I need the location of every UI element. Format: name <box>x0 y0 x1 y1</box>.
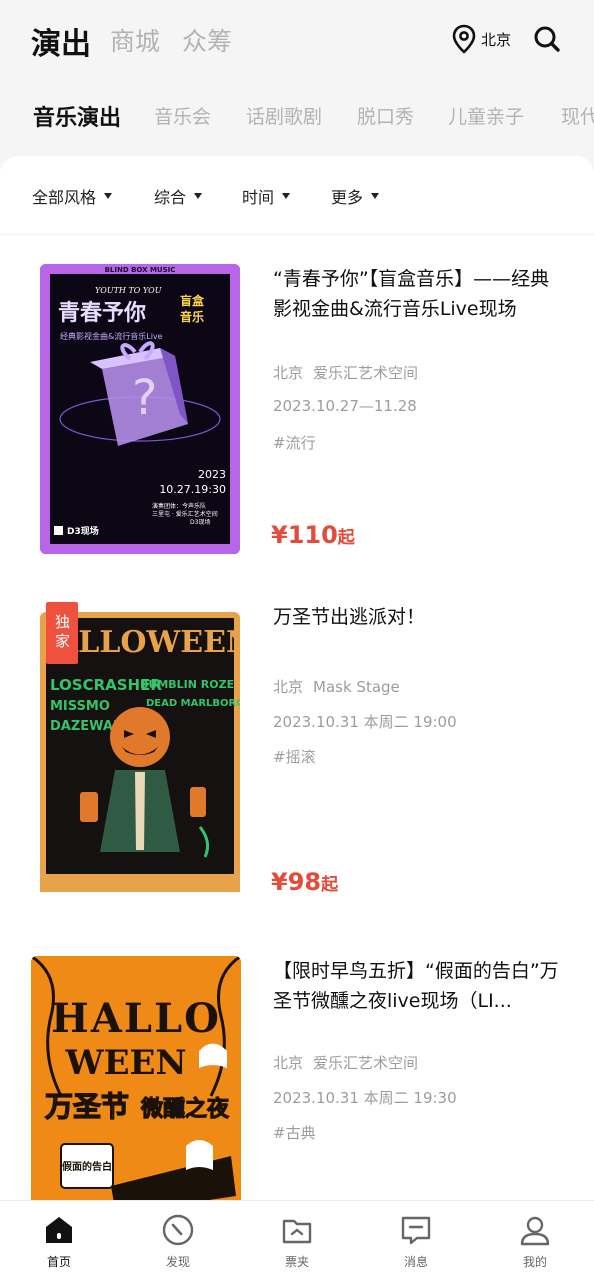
event-title: 【限时早鸟五折】“假面的告白”万圣节微醺之夜live现场（LI... <box>273 960 559 1012</box>
nav-messages[interactable]: 消息 <box>376 1213 456 1270</box>
tab-crowdfunding[interactable]: 众筹 <box>182 22 232 58</box>
poster-word1: HALLO <box>51 995 221 1042</box>
filter-sort[interactable]: 综合 <box>154 184 203 208</box>
event-card[interactable]: HALLOWEEN LOSCRASHER MISSMO DAZEWAN BUMB… <box>0 602 594 922</box>
category-music[interactable]: 音乐演出 <box>33 100 121 132</box>
search-button[interactable] <box>532 24 562 58</box>
event-venue: Mask Stage <box>313 678 400 696</box>
filter-more-label: 更多 <box>331 188 364 207</box>
poster-cn-title: 万圣节 <box>45 1090 129 1123</box>
location-label: 北京 <box>481 30 512 49</box>
filter-sort-label: 综合 <box>154 188 187 207</box>
tab-mall[interactable]: 商城 <box>110 22 160 58</box>
caret-down-icon <box>282 193 291 199</box>
event-title: “青春予你”【盲盒音乐】——经典影视金曲&流行音乐Live现场 <box>273 268 550 320</box>
poster-box-label2: 音乐 <box>180 309 204 324</box>
nav-home-label: 首页 <box>46 1255 71 1269</box>
filter-more[interactable]: 更多 <box>331 184 380 208</box>
nav-profile-label: 我的 <box>522 1255 547 1269</box>
poster-org2: 三里屯 · 爱乐汇艺术空间 <box>152 510 218 518</box>
nav-messages-label: 消息 <box>403 1255 428 1269</box>
poster-band-d: BUMBLIN ROZE <box>140 678 234 691</box>
poster-band-text: BLIND BOX MUSIC <box>105 266 176 274</box>
nav-profile[interactable]: 我的 <box>495 1213 575 1270</box>
nav-tickets[interactable]: 票夹 <box>257 1213 337 1270</box>
event-card[interactable]: BLIND BOX MUSIC YOUTH TO YOU 青春予你 盲盒 音乐 … <box>0 264 594 584</box>
poster-band-b: MISSMO <box>50 699 110 714</box>
event-date: 2023.10.27—11.28 <box>273 397 417 415</box>
poster-box-label: 盲盒 <box>180 293 205 308</box>
poster-main-title: 青春予你 <box>58 301 146 326</box>
nav-tickets-label: 票夹 <box>284 1255 309 1269</box>
tab-performances[interactable]: 演出 <box>31 19 91 63</box>
event-price: ¥98起 <box>271 868 338 896</box>
compass-icon <box>138 1213 218 1247</box>
event-tag: #流行 <box>273 434 316 452</box>
divider <box>0 234 594 235</box>
bottom-navigation: 首页 发现 票夹 消息 我的 <box>0 1200 594 1281</box>
poster-year: 2023 <box>198 468 226 481</box>
event-venue: 爱乐汇艺术空间 <box>313 364 419 382</box>
category-modern[interactable]: 现代 <box>561 102 594 129</box>
user-icon <box>495 1213 575 1247</box>
event-poster: HALLO WEEN 万圣节 微醺之夜 假面的告白 <box>31 956 241 1206</box>
svg-text:?: ? <box>132 370 157 426</box>
event-tag: #摇滚 <box>273 748 316 766</box>
home-icon <box>19 1213 99 1247</box>
poster-cn-sub: 微醺之夜 <box>140 1096 230 1122</box>
poster-datetime: 10.27.19:30 <box>159 483 226 496</box>
category-concert[interactable]: 音乐会 <box>154 102 211 129</box>
event-price: ¥110起 <box>271 521 355 549</box>
category-drama[interactable]: 话剧歌剧 <box>246 102 322 129</box>
event-city: 北京 <box>273 364 304 382</box>
nav-discover[interactable]: 发现 <box>138 1213 218 1270</box>
price-suffix: 起 <box>321 875 339 895</box>
event-date: 2023.10.31 本周二 19:30 <box>273 1089 457 1107</box>
poster-word2: WEEN <box>64 1043 186 1083</box>
message-icon <box>376 1213 456 1247</box>
poster-brand: D3现场 <box>67 525 99 537</box>
caret-down-icon <box>194 193 203 199</box>
event-card[interactable]: HALLO WEEN 万圣节 微醺之夜 假面的告白 【限时早鸟五折】“假面的告白… <box>0 956 594 1206</box>
event-location: 北京 Mask Stage <box>273 676 400 697</box>
event-location: 北京 爱乐汇艺术空间 <box>273 1052 418 1073</box>
category-kids[interactable]: 儿童亲子 <box>448 102 524 129</box>
poster-band-e: DEAD MARLBORO <box>146 698 240 709</box>
price-value: ¥110 <box>271 521 338 549</box>
top-bar: 演出 商城 众筹 北京 <box>0 0 594 80</box>
price-suffix: 起 <box>337 528 355 548</box>
caret-down-icon <box>371 193 380 199</box>
event-title: 万圣节出逃派对！ <box>273 606 426 628</box>
event-location: 北京 爱乐汇艺术空间 <box>273 362 418 383</box>
location-selector[interactable]: 北京 <box>451 24 511 54</box>
poster-org3: D3现场 <box>190 518 210 526</box>
location-pin-icon <box>451 24 477 54</box>
category-standup[interactable]: 脱口秀 <box>357 102 414 129</box>
event-list-panel: 全部风格 综合 时间 更多 BLIND BOX MUSIC YOUTH TO Y… <box>0 156 594 1206</box>
event-tag: #古典 <box>273 1124 316 1142</box>
filter-time-label: 时间 <box>242 188 275 207</box>
price-value: ¥98 <box>271 868 322 896</box>
search-icon <box>532 26 562 58</box>
poster-org1: 演奏团体：今声乐队 <box>152 502 206 510</box>
event-city: 北京 <box>273 1054 304 1072</box>
nav-discover-label: 发现 <box>165 1255 190 1269</box>
poster-english: YOUTH TO YOU <box>95 286 162 295</box>
filter-style[interactable]: 全部风格 <box>32 184 113 208</box>
ticket-folder-icon <box>257 1213 337 1247</box>
filter-bar: 全部风格 综合 时间 更多 <box>0 156 594 234</box>
poster-stamp: 假面的告白 <box>62 1160 112 1173</box>
poster-subtitle: 经典影视金曲&流行音乐Live <box>60 331 163 341</box>
filter-time[interactable]: 时间 <box>242 184 291 208</box>
event-city: 北京 <box>273 678 304 696</box>
exclusive-badge: 独家 <box>46 602 78 664</box>
event-date: 2023.10.31 本周二 19:00 <box>273 713 457 731</box>
caret-down-icon <box>104 193 113 199</box>
event-venue: 爱乐汇艺术空间 <box>313 1054 419 1072</box>
nav-home[interactable]: 首页 <box>19 1213 99 1270</box>
category-bar: 音乐演出 音乐会 话剧歌剧 脱口秀 儿童亲子 现代 <box>0 90 594 140</box>
event-poster: BLIND BOX MUSIC YOUTH TO YOU 青春予你 盲盒 音乐 … <box>40 264 240 554</box>
filter-style-label: 全部风格 <box>32 188 97 207</box>
